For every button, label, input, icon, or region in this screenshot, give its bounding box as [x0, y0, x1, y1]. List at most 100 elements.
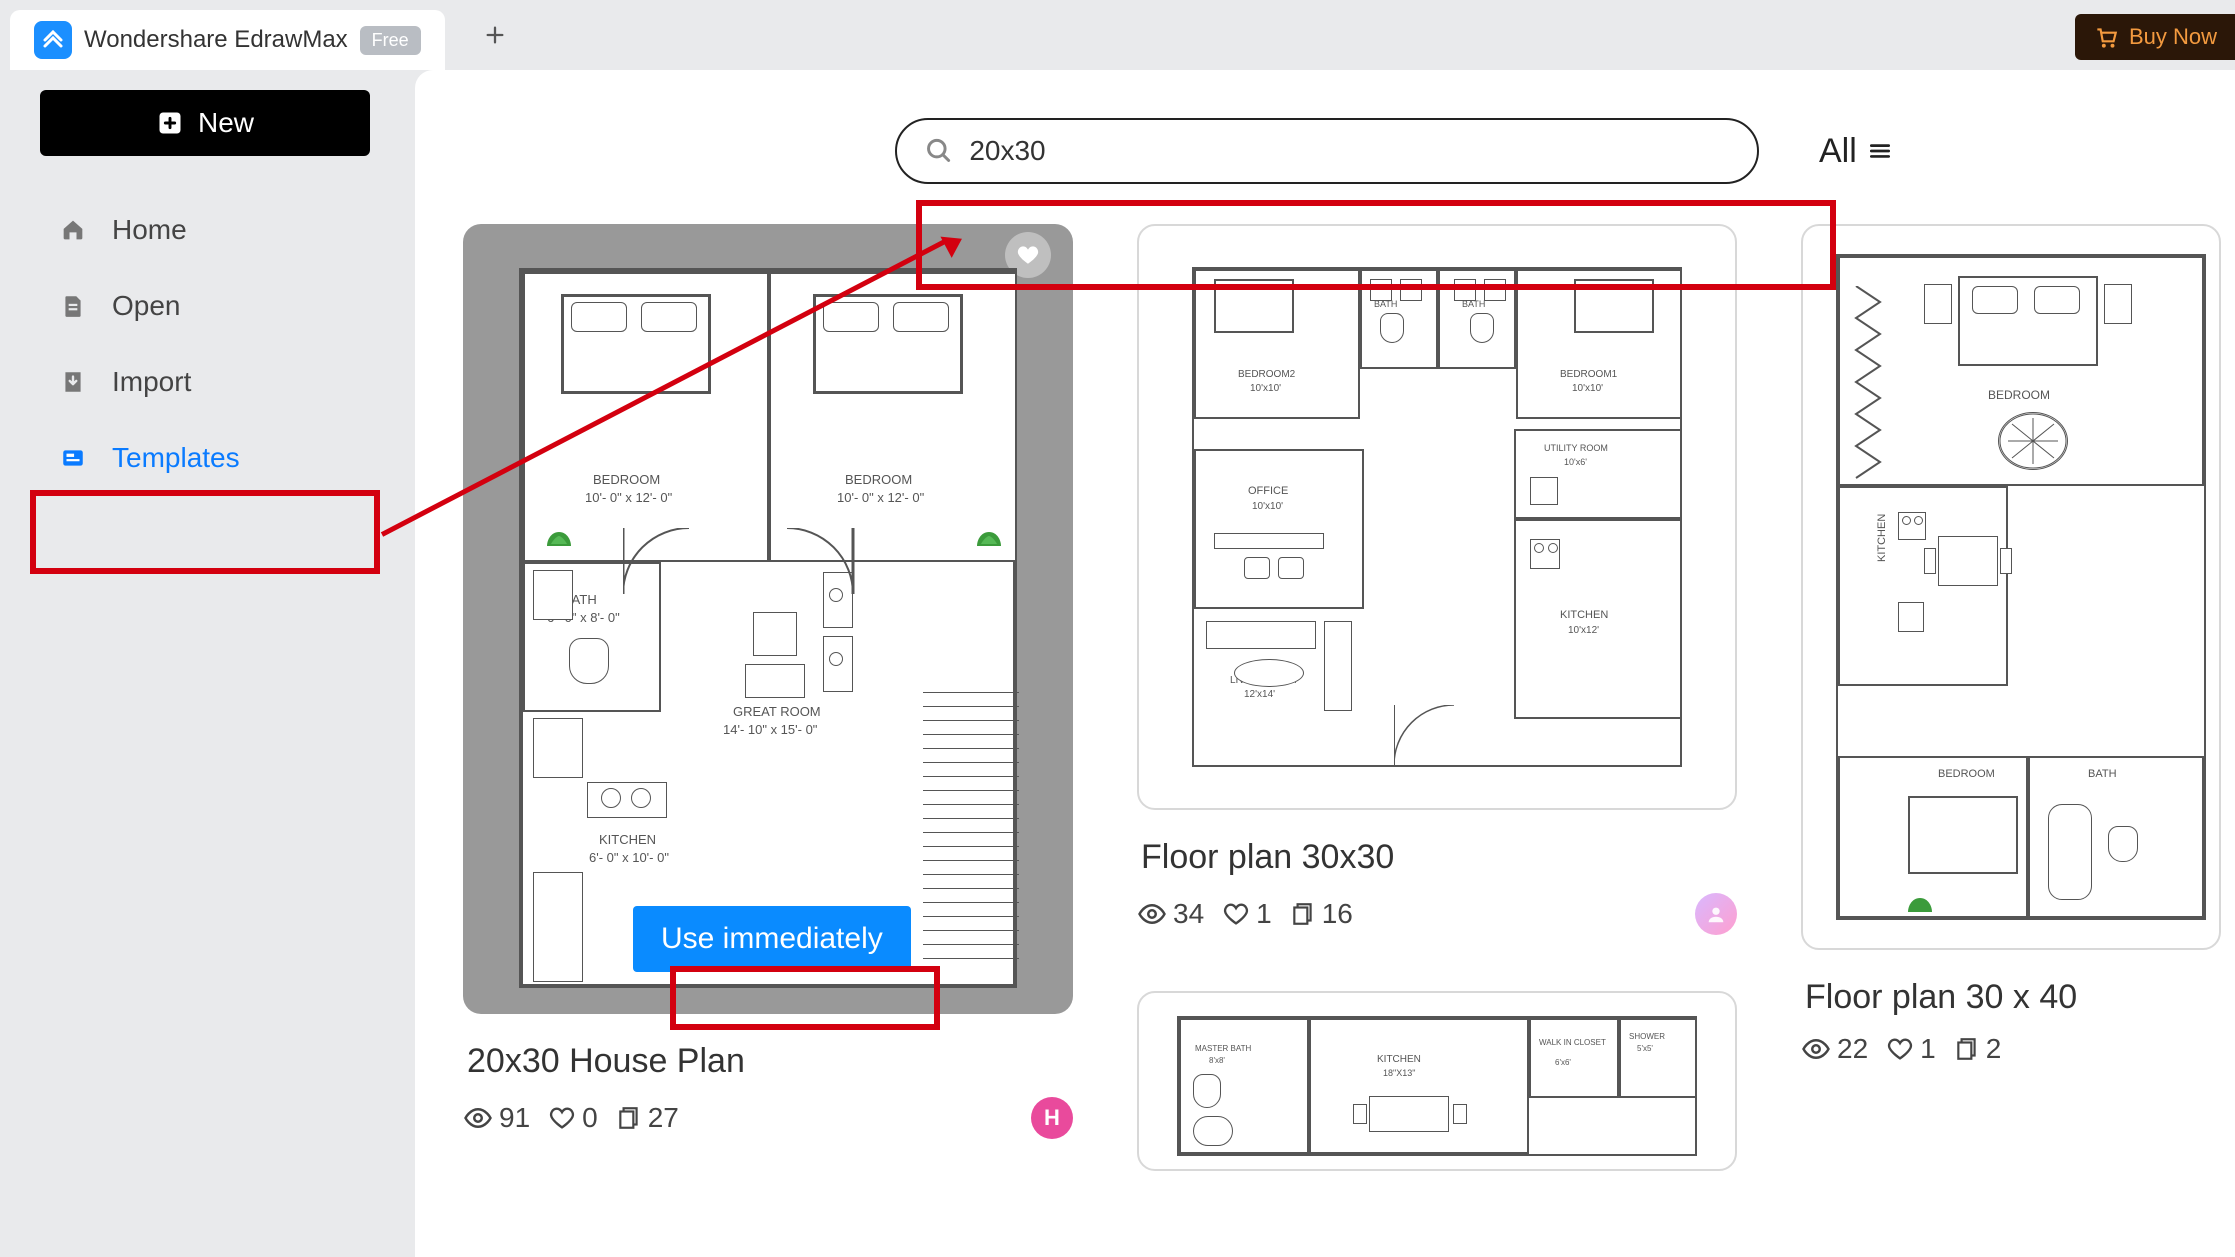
sidebar-item-home[interactable]: Home: [40, 192, 375, 268]
room-dims: 12'x14': [1244, 689, 1275, 701]
room-dims: 14'- 10" x 15'- 0": [723, 722, 817, 738]
search-box[interactable]: [895, 118, 1759, 184]
eye-icon: [1137, 899, 1167, 929]
heart-icon: [1015, 242, 1041, 268]
views-count: 34: [1173, 898, 1204, 930]
floorplan-sketch: BEDROOM KITCHEN: [1836, 254, 2206, 920]
buy-now-button[interactable]: Buy Now: [2075, 14, 2235, 60]
room-label: KITCHEN: [1560, 609, 1608, 622]
room-label: BEDROOM: [593, 472, 660, 488]
home-icon: [58, 215, 88, 245]
app-logo-icon: [34, 21, 72, 59]
floorplan-sketch: BEDROOM 10'- 0" x 12'- 0" BEDROOM 10'- 0…: [519, 268, 1017, 988]
eye-icon: [463, 1103, 493, 1133]
room-dims: 10'x10': [1572, 383, 1603, 395]
room-dims: 18"X13": [1383, 1068, 1415, 1079]
filter-all-button[interactable]: All: [1819, 132, 1893, 171]
copies-count: 27: [648, 1102, 679, 1134]
sidebar-item-label: Templates: [112, 442, 240, 474]
author-avatar[interactable]: H: [1031, 1097, 1073, 1139]
room-label: SHOWER: [1629, 1032, 1665, 1042]
room-label: GREAT ROOM: [733, 704, 821, 720]
all-label: All: [1819, 132, 1857, 171]
copy-icon: [616, 1104, 642, 1132]
room-dims: 10'- 0" x 12'- 0": [585, 490, 672, 506]
template-title: 20x30 House Plan: [467, 1042, 1073, 1081]
sidebar-item-label: Home: [112, 214, 187, 246]
app-tab[interactable]: Wondershare EdrawMax Free: [10, 10, 445, 70]
new-label: New: [198, 107, 254, 139]
room-label: BEDROOM2: [1238, 369, 1295, 381]
heart-icon: [548, 1104, 576, 1132]
stairs-icon: [923, 692, 1019, 972]
copy-icon: [1954, 1035, 1980, 1063]
room-dims: 10'x6': [1564, 457, 1587, 468]
template-thumbnail[interactable]: MASTER BATH 8'x8' KITCHEN 18"X13" WALK I…: [1137, 991, 1737, 1171]
template-thumbnail[interactable]: BEDROOM 10'- 0" x 12'- 0" BEDROOM 10'- 0…: [463, 224, 1073, 1014]
sidebar-item-import[interactable]: Import: [40, 344, 375, 420]
room-label: BEDROOM: [845, 472, 912, 488]
likes-count: 1: [1256, 898, 1272, 930]
copies-count: 2: [1986, 1033, 2002, 1065]
new-button[interactable]: New: [40, 90, 370, 156]
plus-square-icon: [156, 109, 184, 137]
views-count: 22: [1837, 1033, 1868, 1065]
buy-now-label: Buy Now: [2129, 24, 2217, 50]
import-icon: [58, 367, 88, 397]
floorplan-sketch: MASTER BATH 8'x8' KITCHEN 18"X13" WALK I…: [1177, 1016, 1697, 1156]
views-count: 91: [499, 1102, 530, 1134]
use-immediately-button[interactable]: Use immediately: [633, 906, 911, 972]
room-label: KITCHEN: [1876, 514, 1889, 562]
author-avatar[interactable]: [1695, 893, 1737, 935]
search-input[interactable]: [969, 135, 1729, 167]
door-arc-icon: [1394, 705, 1464, 767]
templates-icon: [58, 443, 88, 473]
template-thumbnail[interactable]: BEDROOM KITCHEN: [1801, 224, 2221, 950]
room-label: BATH: [1462, 299, 1485, 310]
door-arc-icon: [623, 528, 703, 598]
room-label: BATH: [1374, 299, 1397, 310]
template-stats: 34 1 16: [1137, 893, 1737, 935]
copy-icon: [1290, 900, 1316, 928]
room-label: UTILITY ROOM: [1544, 443, 1608, 454]
titlebar: Wondershare EdrawMax Free Buy Now: [0, 0, 2235, 70]
sidebar-item-open[interactable]: Open: [40, 268, 375, 344]
room-label: MASTER BATH: [1195, 1044, 1251, 1054]
template-thumbnail[interactable]: BATH BATH BEDROOM2 10'x10' BEDROOM1 10'x…: [1137, 224, 1737, 810]
room-dims: 10'x12': [1568, 625, 1599, 637]
room-label: BATH: [2088, 768, 2117, 781]
plant-icon: [971, 520, 1007, 550]
template-card[interactable]: BEDROOM 10'- 0" x 12'- 0" BEDROOM 10'- 0…: [463, 224, 1073, 1171]
copies-count: 16: [1322, 898, 1353, 930]
app-title: Wondershare EdrawMax: [84, 26, 348, 54]
room-dims: 10'- 0" x 12'- 0": [837, 490, 924, 506]
sidebar-item-label: Open: [112, 290, 181, 322]
room-dims: 10'x10': [1252, 501, 1283, 513]
room-label: BEDROOM: [1938, 768, 1995, 781]
heart-icon: [1222, 900, 1250, 928]
room-dims: 10'x10': [1250, 383, 1281, 395]
eye-icon: [1801, 1034, 1831, 1064]
sidebar-item-templates[interactable]: Templates: [40, 420, 375, 496]
heart-icon: [1886, 1035, 1914, 1063]
use-label: Use immediately: [661, 922, 883, 955]
file-icon: [58, 291, 88, 321]
new-tab-button[interactable]: [473, 13, 517, 57]
content-area: All: [415, 70, 2235, 1257]
free-badge: Free: [360, 26, 421, 55]
search-icon: [925, 136, 953, 166]
room-dims: 6'- 0" x 10'- 0": [589, 850, 669, 866]
sidebar-item-label: Import: [112, 366, 191, 398]
sidebar: New Home Open Import Templates: [0, 70, 415, 1257]
plant-icon: [1902, 886, 1938, 916]
template-card[interactable]: BATH BATH BEDROOM2 10'x10' BEDROOM1 10'x…: [1137, 224, 1737, 1171]
room-label: BEDROOM1: [1560, 369, 1617, 381]
closet-icon: [1848, 286, 1888, 486]
likes-count: 0: [582, 1102, 598, 1134]
template-card[interactable]: BEDROOM KITCHEN: [1801, 224, 2221, 1171]
template-stats: 22 1 2: [1801, 1033, 2221, 1065]
likes-count: 1: [1920, 1033, 1936, 1065]
room-label: OFFICE: [1248, 485, 1288, 498]
template-title: Floor plan 30 x 40: [1805, 978, 2221, 1017]
cart-icon: [2093, 24, 2119, 50]
